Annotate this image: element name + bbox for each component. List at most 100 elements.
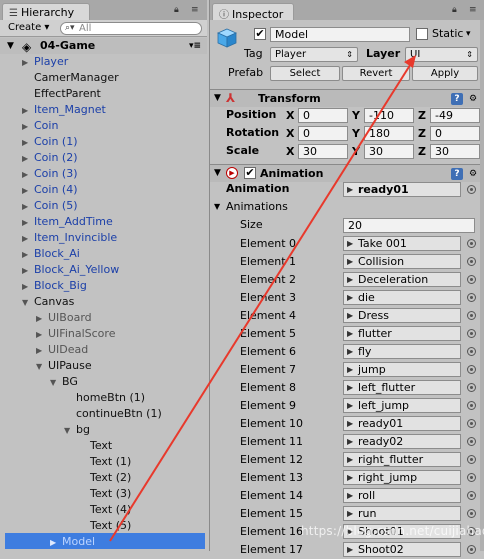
animation-clip-slot[interactable]: ▶ ready02 <box>343 434 461 449</box>
collapse-arrow-icon[interactable]: ▼ <box>214 165 221 182</box>
transform-z-field[interactable]: 0 <box>430 126 480 141</box>
animations-expand-arrow-icon[interactable]: ▼ <box>214 199 220 215</box>
tree-item[interactable]: ▶ Coin <box>22 118 58 134</box>
transform-y-field[interactable]: -110 <box>364 108 414 123</box>
tree-item[interactable]: EffectParent <box>22 86 101 102</box>
object-picker-icon[interactable] <box>467 509 476 518</box>
collapse-arrow-icon[interactable]: ▼ <box>36 359 48 375</box>
object-picker-icon[interactable] <box>467 455 476 464</box>
expand-arrow-icon[interactable]: ▶ <box>36 343 48 359</box>
object-picker-icon[interactable] <box>467 257 476 266</box>
search-input[interactable]: ⌕▾ All <box>60 22 202 35</box>
transform-x-field[interactable]: 0 <box>298 108 348 123</box>
transform-y-field[interactable]: 30 <box>364 144 414 159</box>
tree-item[interactable]: Text (5) <box>78 518 131 534</box>
tag-dropdown[interactable]: Player ⇕ <box>270 47 358 62</box>
animation-enabled-checkbox[interactable]: ✔ <box>244 167 256 179</box>
expand-arrow-icon[interactable]: ▼ <box>7 38 14 54</box>
expand-arrow-icon[interactable]: ▶ <box>22 135 34 151</box>
tree-item[interactable]: ▼ Canvas <box>22 294 74 310</box>
object-picker-icon[interactable] <box>467 545 476 554</box>
expand-arrow-icon[interactable]: ▶ <box>22 279 34 295</box>
tree-item[interactable]: ▶ Coin (4) <box>22 182 78 198</box>
transform-y-field[interactable]: 180 <box>364 126 414 141</box>
tree-item[interactable]: ▶ Item_Invincible <box>22 230 117 246</box>
animation-clip-slot[interactable]: ▶ flutter <box>343 326 461 341</box>
animation-clip-slot[interactable]: ▶ run <box>343 506 461 521</box>
animation-header[interactable]: ▼ ▶ ✔ Animation ? ⚙ <box>210 164 484 182</box>
tree-item[interactable]: ▶ Model <box>50 534 95 550</box>
object-picker-icon[interactable] <box>467 185 476 194</box>
tree-item[interactable]: ▶ Item_AddTime <box>22 214 113 230</box>
inspector-scrollbar[interactable] <box>480 20 484 551</box>
object-picker-icon[interactable] <box>467 275 476 284</box>
object-picker-icon[interactable] <box>467 311 476 320</box>
tree-item[interactable]: Text (2) <box>78 470 131 486</box>
expand-arrow-icon[interactable]: ▶ <box>36 311 48 327</box>
scene-row[interactable]: ▼ ◈ 04-Game ▾≡ <box>0 38 207 54</box>
tree-item[interactable]: ▶ Coin (3) <box>22 166 78 182</box>
expand-arrow-icon[interactable]: ▶ <box>50 535 62 551</box>
tree-item[interactable]: continueBtn (1) <box>64 406 162 422</box>
animation-clip-slot[interactable]: ▶ fly <box>343 344 461 359</box>
gear-icon[interactable]: ⚙ <box>467 93 479 105</box>
object-picker-icon[interactable] <box>467 347 476 356</box>
expand-arrow-icon[interactable]: ▶ <box>22 183 34 199</box>
transform-z-field[interactable]: -49 <box>430 108 480 123</box>
expand-arrow-icon[interactable]: ▶ <box>22 215 34 231</box>
help-book-icon[interactable]: ? <box>451 168 463 180</box>
tree-item[interactable]: ▶ Item_Magnet <box>22 102 106 118</box>
object-picker-icon[interactable] <box>467 419 476 428</box>
tree-item[interactable]: ▶ Player <box>22 54 68 70</box>
animation-clip-slot[interactable]: ▶ ready01 <box>343 416 461 431</box>
animation-clip-slot[interactable]: ▶ Dress <box>343 308 461 323</box>
size-field[interactable]: 20 <box>343 218 475 233</box>
tree-item[interactable]: ▶ UIFinalScore <box>36 326 115 342</box>
animation-clip-slot[interactable]: ▶ Shoot02 <box>343 542 461 557</box>
prefab-revert-button[interactable]: Revert <box>342 66 410 81</box>
animation-clip-slot[interactable]: ▶ Collision <box>343 254 461 269</box>
tree-item[interactable]: ▼ bg <box>64 422 90 438</box>
lock-icon[interactable]: 🔒︎ <box>174 5 179 15</box>
animation-clip-slot[interactable]: ▶ Take 001 <box>343 236 461 251</box>
expand-arrow-icon[interactable]: ▶ <box>36 327 48 343</box>
active-checkbox[interactable]: ✔ <box>254 28 266 40</box>
tree-item[interactable]: ▶ Coin (1) <box>22 134 78 150</box>
prefab-apply-button[interactable]: Apply <box>412 66 478 81</box>
hierarchy-tab[interactable]: ☰ Hierarchy <box>2 3 90 20</box>
animation-clip-slot[interactable]: ▶ right_flutter <box>343 452 461 467</box>
object-picker-icon[interactable] <box>467 239 476 248</box>
expand-arrow-icon[interactable]: ▶ <box>22 231 34 247</box>
object-picker-icon[interactable] <box>467 383 476 392</box>
tree-item[interactable]: ▶ Block_Ai <box>22 246 80 262</box>
collapse-arrow-icon[interactable]: ▼ <box>214 90 221 107</box>
animation-clip-slot[interactable]: ▶ die <box>343 290 461 305</box>
animation-clip-slot[interactable]: ▶ left_jump <box>343 398 461 413</box>
animation-clip-slot[interactable]: ▶ left_flutter <box>343 380 461 395</box>
tree-item[interactable]: ▶ Coin (5) <box>22 198 78 214</box>
transform-header[interactable]: ▼ ⅄ Transform ? ⚙ <box>210 89 484 107</box>
collapse-arrow-icon[interactable]: ▼ <box>64 423 76 439</box>
scene-menu-icon[interactable]: ▾≡ <box>189 38 201 54</box>
tree-item[interactable]: ▶ Block_Ai_Yellow <box>22 262 119 278</box>
tree-item[interactable]: ▼ UIPause <box>36 358 92 374</box>
tree-item[interactable]: Text (1) <box>78 454 131 470</box>
tree-item[interactable]: Text (4) <box>78 502 131 518</box>
expand-arrow-icon[interactable]: ▶ <box>22 167 34 183</box>
tree-item[interactable]: ▶ UIBoard <box>36 310 92 326</box>
tree-item[interactable]: homeBtn (1) <box>64 390 145 406</box>
tree-item[interactable]: CamerManager <box>22 70 119 86</box>
animation-clip-slot[interactable]: ▶ right_jump <box>343 470 461 485</box>
object-picker-icon[interactable] <box>467 293 476 302</box>
create-button[interactable]: Create ▾ <box>4 21 53 35</box>
tree-item[interactable]: ▼ BG <box>50 374 78 390</box>
object-picker-icon[interactable] <box>467 365 476 374</box>
transform-x-field[interactable]: 30 <box>298 144 348 159</box>
static-dropdown-icon[interactable]: ▾ <box>466 26 471 42</box>
expand-arrow-icon[interactable]: ▶ <box>22 103 34 119</box>
expand-arrow-icon[interactable]: ▶ <box>22 151 34 167</box>
tree-item[interactable]: ▶ UIDead <box>36 342 88 358</box>
object-picker-icon[interactable] <box>467 491 476 500</box>
object-picker-icon[interactable] <box>467 473 476 482</box>
object-picker-icon[interactable] <box>467 437 476 446</box>
